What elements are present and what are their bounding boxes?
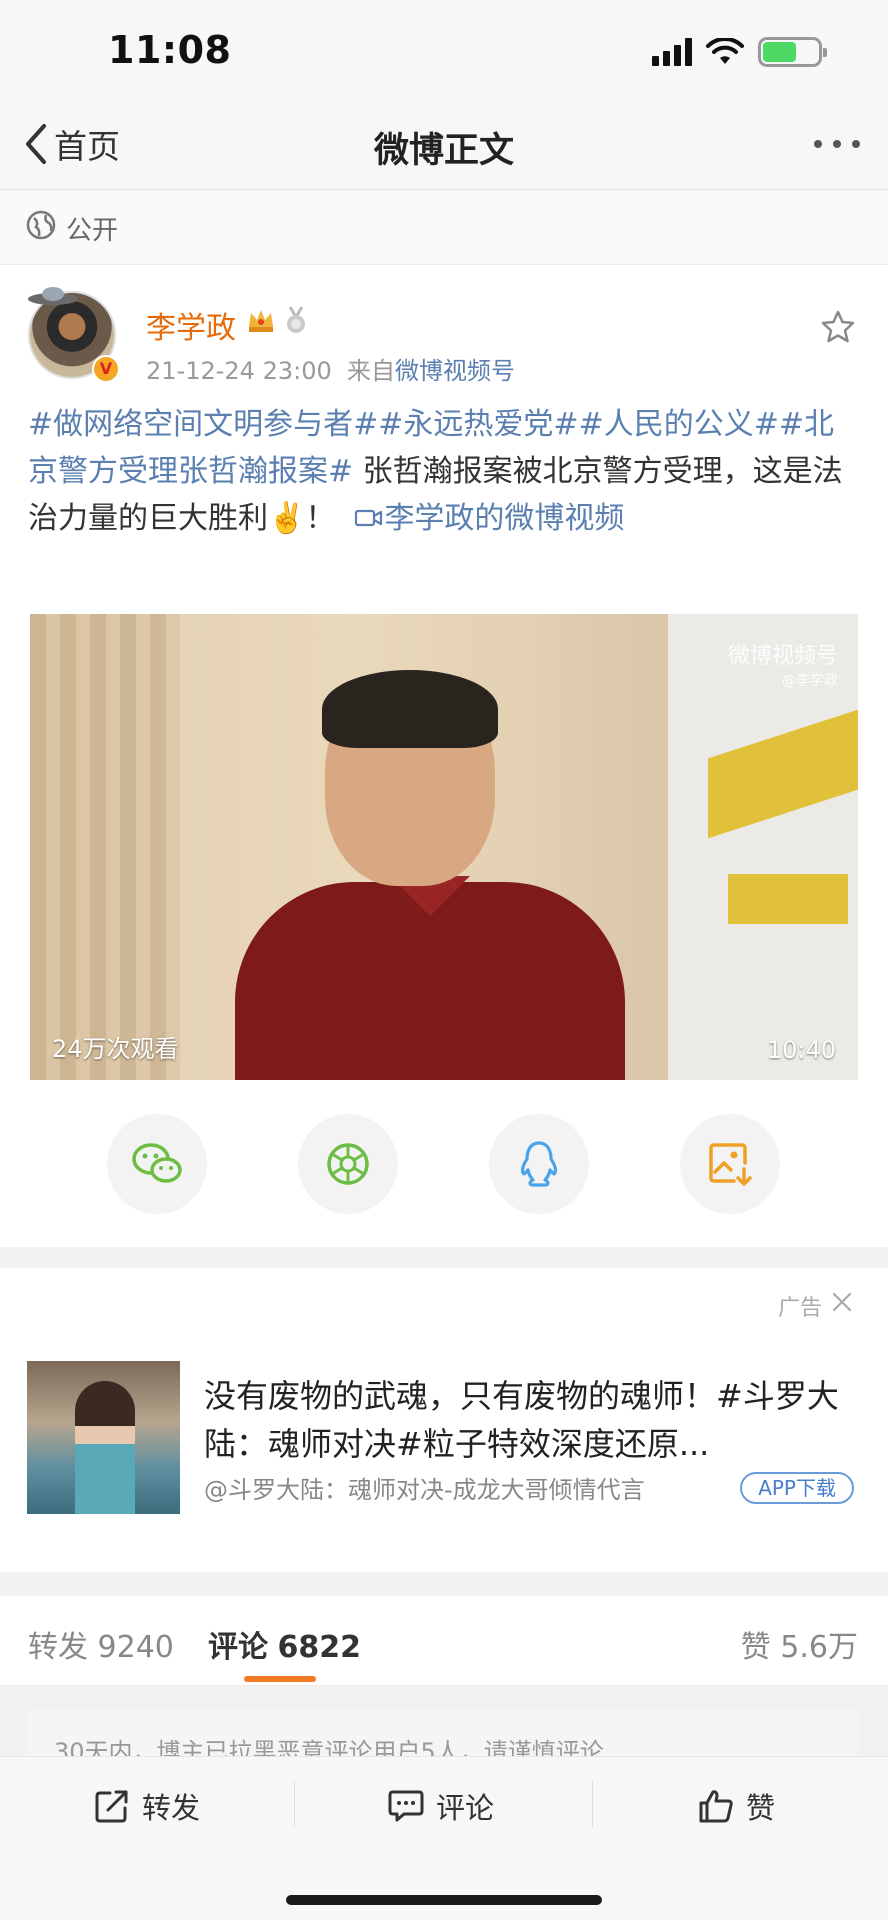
hashtag-link[interactable]: #永远热爱党# xyxy=(378,407,578,442)
tab-repost-label: 转发 xyxy=(28,1630,88,1665)
watermark-sub: @李学政 xyxy=(782,673,838,689)
app-download-button[interactable]: APP下载 xyxy=(740,1472,854,1504)
home-indicator[interactable] xyxy=(286,1895,602,1905)
comment-label: 评论 xyxy=(436,1791,495,1825)
like-label: 赞 xyxy=(746,1791,776,1825)
qq-icon xyxy=(520,1141,558,1187)
tab-repost-count: 9240 xyxy=(97,1630,174,1665)
hashtag-link[interactable]: #做网络空间文明参与者# xyxy=(28,407,378,442)
battery-icon xyxy=(758,37,827,67)
avatar[interactable]: V xyxy=(28,287,120,383)
video-curtain xyxy=(30,614,180,1080)
dot-icon xyxy=(852,140,860,148)
dot-icon xyxy=(814,140,822,148)
tab-comment-count: 6822 xyxy=(277,1630,362,1665)
bottom-action-bar: 转发 评论 赞 xyxy=(0,1756,888,1920)
video-camera-icon xyxy=(355,509,383,527)
status-bar: 11:08 xyxy=(0,0,888,100)
wifi-icon xyxy=(706,38,744,64)
post-timestamp: 21-12-24 23:00 xyxy=(146,357,332,385)
ad-image[interactable] xyxy=(27,1361,180,1514)
globe-icon xyxy=(26,210,56,240)
share-moments-button[interactable] xyxy=(298,1114,398,1214)
ad-label: 广告 xyxy=(777,1296,822,1321)
post-text: #做网络空间文明参与者##永远热爱党##人民的公义##北京警方受理张哲瀚报案# … xyxy=(28,401,858,542)
visibility-label: 公开 xyxy=(66,216,119,246)
wechat-icon xyxy=(132,1143,182,1183)
post-meta: 21-12-24 23:00 来自微博视频号 xyxy=(146,351,515,386)
share-qq-button[interactable] xyxy=(489,1114,589,1214)
signal-icon xyxy=(652,38,692,66)
ufo-decoration-icon xyxy=(28,287,78,305)
comment-icon xyxy=(388,1790,424,1822)
ad-source: @斗罗大陆：魂师对决-成龙大哥倾情代言 xyxy=(204,1476,645,1504)
source-prefix: 来自 xyxy=(347,357,395,385)
author-badges xyxy=(246,305,310,335)
dot-icon xyxy=(833,140,841,148)
thumbs-up-icon xyxy=(699,1790,733,1823)
ad-card[interactable]: 广告 没有废物的武魂，只有废物的魂师！#斗罗大陆：魂师对决#粒子特效深度还原..… xyxy=(0,1268,888,1572)
tab-repost[interactable]: 转发 9240 xyxy=(28,1622,174,1666)
tab-active-indicator xyxy=(244,1676,316,1682)
moments-icon xyxy=(327,1143,369,1185)
share-row xyxy=(0,1114,888,1214)
video-views: 24万次观看 xyxy=(52,1035,179,1063)
status-time: 11:08 xyxy=(108,28,232,72)
watermark-main: 微博视频号 xyxy=(727,644,838,669)
status-icons xyxy=(652,36,827,68)
interaction-tabs: 转发 9240 评论 6822 赞 5.6万 xyxy=(0,1596,888,1686)
hashtag-link[interactable]: #人民的公义# xyxy=(579,407,779,442)
video-link-label: 李学政的微博视频 xyxy=(384,501,625,536)
video-player[interactable]: 微博视频号 @李学政 24万次观看 10:40 xyxy=(30,614,858,1080)
nav-bar: 首页 微博正文 xyxy=(0,100,888,190)
video-duration: 10:40 xyxy=(766,1036,836,1064)
crown-badge-icon xyxy=(249,310,273,332)
tab-like[interactable]: 赞 5.6万 xyxy=(741,1622,858,1666)
like-button[interactable]: 赞 xyxy=(698,1785,775,1827)
verified-badge-icon: V xyxy=(92,355,120,383)
save-image-button[interactable] xyxy=(680,1114,780,1214)
repost-button[interactable]: 转发 xyxy=(94,1785,200,1827)
tab-like-count: 5.6万 xyxy=(780,1630,858,1665)
share-wechat-button[interactable] xyxy=(107,1114,207,1214)
visibility-row: 公开 xyxy=(0,190,888,265)
close-icon[interactable] xyxy=(830,1290,854,1314)
medal-badge-icon xyxy=(287,306,305,333)
repost-label: 转发 xyxy=(142,1791,201,1825)
tab-comment[interactable]: 评论 6822 xyxy=(208,1622,361,1666)
post-card: V 李学政 21-12-24 23:00 来自微博视频号 #做网络空间文明参与者… xyxy=(0,265,888,1247)
tab-comment-label: 评论 xyxy=(208,1630,268,1665)
author-name[interactable]: 李学政 xyxy=(146,303,236,347)
video-link[interactable]: 李学政的微博视频 xyxy=(354,501,624,536)
ad-title[interactable]: 没有废物的武魂，只有废物的魂师！#斗罗大陆：魂师对决#粒子特效深度还原... xyxy=(204,1372,854,1468)
video-watermark: 微博视频号 @李学政 xyxy=(728,638,838,690)
more-button[interactable] xyxy=(814,140,860,148)
post-source-link[interactable]: 微博视频号 xyxy=(395,357,515,385)
favorite-star-icon[interactable] xyxy=(820,309,856,345)
page-title: 微博正文 xyxy=(373,131,514,171)
save-image-icon xyxy=(709,1143,752,1186)
comment-button[interactable]: 评论 xyxy=(388,1785,494,1827)
tab-like-label: 赞 xyxy=(740,1630,771,1665)
repost-icon xyxy=(95,1790,128,1823)
